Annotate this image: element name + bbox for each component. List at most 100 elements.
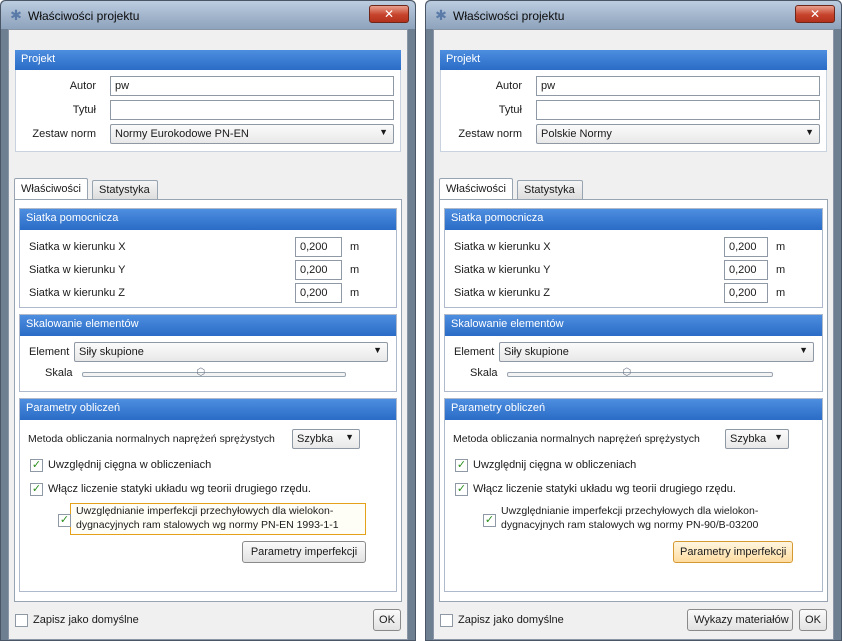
skala-slider-thumb[interactable]: ⬡: [620, 366, 633, 379]
zestaw-norm-label: Zestaw norm: [32, 128, 96, 140]
tab-wlasciwosci[interactable]: Właściwości: [439, 178, 513, 200]
projekt-section: Projekt Autor pw Tytuł Zestaw norm Normy…: [15, 50, 401, 152]
projekt-header: Projekt: [440, 50, 827, 70]
siatka-x-unit: m: [776, 241, 786, 253]
tytul-input[interactable]: [110, 100, 394, 120]
zestaw-norm-value: Polskie Normy: [541, 128, 612, 140]
tab-wlasciwosci[interactable]: Właściwości: [14, 178, 88, 200]
chevron-down-icon: ▼: [799, 345, 808, 355]
siatka-y-label: Siatka w kierunku Y: [29, 264, 126, 276]
zestaw-norm-value: Normy Eurokodowe PN-EN: [115, 128, 249, 140]
siatka-header: Siatka pomocnicza: [20, 209, 396, 230]
siatka-y-input[interactable]: 0,200: [295, 260, 342, 280]
parametry-imperfekcji-button[interactable]: Parametry imperfekcji: [673, 541, 793, 563]
parametry-group: Parametry obliczeń Metoda obliczania nor…: [444, 398, 823, 592]
imperfekcje-checkbox[interactable]: ✓: [58, 514, 71, 527]
siatka-x-input[interactable]: 0,200: [724, 237, 768, 257]
wykazy-materialow-button[interactable]: Wykazy materiałów: [687, 609, 793, 631]
skala-slider-thumb[interactable]: ⬡: [194, 366, 207, 379]
ok-button[interactable]: OK: [373, 609, 401, 631]
siatka-z-input[interactable]: 0,200: [295, 283, 342, 303]
dialog-footer: Zapisz jako domyślne Wykazy materiałów O…: [434, 605, 833, 637]
siatka-group: Siatka pomocnicza Siatka w kierunku X 0,…: [444, 208, 823, 308]
autor-input[interactable]: pw: [110, 76, 394, 96]
metoda-select[interactable]: Szybka ▼: [725, 429, 789, 449]
autor-label: Autor: [495, 80, 522, 92]
app-icon: ✱: [435, 7, 447, 23]
project-properties-dialog-eurocode: ✱ Właściwości projektu ✕ Projekt Autor p…: [0, 0, 416, 641]
zapisz-domyslne-checkbox[interactable]: [440, 614, 453, 627]
close-icon: ✕: [809, 7, 821, 21]
element-value: Siły skupione: [79, 346, 144, 358]
parametry-header: Parametry obliczeń: [445, 399, 822, 420]
zestaw-norm-select[interactable]: Polskie Normy ▼: [536, 124, 820, 144]
skala-slider[interactable]: [82, 372, 346, 377]
tab-panel-wlasciwosci: Siatka pomocnicza Siatka w kierunku X 0,…: [14, 199, 402, 602]
close-button[interactable]: ✕: [369, 5, 409, 23]
element-select[interactable]: Siły skupione ▼: [499, 342, 814, 362]
cięgna-label: Uwzględnij cięgna w obliczeniach: [473, 459, 637, 471]
skalowanie-group: Skalowanie elementów Element Siły skupio…: [19, 314, 397, 392]
cięgna-checkbox[interactable]: ✓: [455, 459, 468, 472]
siatka-z-unit: m: [776, 287, 786, 299]
element-label: Element: [454, 346, 495, 358]
autor-input[interactable]: pw: [536, 76, 820, 96]
skala-label: Skala: [45, 367, 73, 379]
teoria-drugiego-rzedu-checkbox[interactable]: ✓: [30, 483, 43, 496]
zestaw-norm-label: Zestaw norm: [458, 128, 522, 140]
siatka-z-unit: m: [350, 287, 360, 299]
tytul-input[interactable]: [536, 100, 820, 120]
zapisz-domyslne-checkbox[interactable]: [15, 614, 28, 627]
teoria-drugiego-rzedu-label: Włącz liczenie statyki układu wg teorii …: [473, 483, 736, 495]
siatka-z-input[interactable]: 0,200: [724, 283, 768, 303]
imperfekcje-label-line1: Uwzględnianie imperfekcji przechyłowych …: [501, 505, 759, 517]
siatka-y-unit: m: [350, 264, 360, 276]
metoda-label: Metoda obliczania normalnych naprężeń sp…: [28, 433, 275, 445]
imperfekcje-label-line2: dygnacyjnych ram stalowych wg normy PN-E…: [76, 519, 339, 531]
skalowanie-header: Skalowanie elementów: [445, 315, 822, 336]
window-title: Właściwości projektu: [453, 9, 565, 23]
siatka-y-input[interactable]: 0,200: [724, 260, 768, 280]
ok-button[interactable]: OK: [799, 609, 827, 631]
element-label: Element: [29, 346, 70, 358]
element-select[interactable]: Siły skupione ▼: [74, 342, 388, 362]
element-value: Siły skupione: [504, 346, 569, 358]
tytul-label: Tytuł: [498, 104, 522, 116]
siatka-y-unit: m: [776, 264, 786, 276]
title-bar[interactable]: ✱ Właściwości projektu ✕: [1, 1, 415, 29]
dialog-client: Projekt Autor pw Tytuł Zestaw norm Normy…: [8, 29, 408, 640]
teoria-drugiego-rzedu-label: Włącz liczenie statyki układu wg teorii …: [48, 483, 311, 495]
metoda-label: Metoda obliczania normalnych naprężeń sp…: [453, 433, 700, 445]
tab-panel-wlasciwosci: Siatka pomocnicza Siatka w kierunku X 0,…: [439, 199, 828, 602]
metoda-select[interactable]: Szybka ▼: [292, 429, 360, 449]
close-icon: ✕: [383, 7, 395, 21]
teoria-drugiego-rzedu-checkbox[interactable]: ✓: [455, 483, 468, 496]
cięgna-label: Uwzględnij cięgna w obliczeniach: [48, 459, 212, 471]
siatka-header: Siatka pomocnicza: [445, 209, 822, 230]
tab-statystyka[interactable]: Statystyka: [92, 180, 158, 200]
chevron-down-icon: ▼: [774, 432, 783, 442]
chevron-down-icon: ▼: [379, 127, 388, 137]
close-button[interactable]: ✕: [795, 5, 835, 23]
siatka-x-unit: m: [350, 241, 360, 253]
title-bar[interactable]: ✱ Właściwości projektu ✕: [426, 1, 841, 29]
zestaw-norm-select[interactable]: Normy Eurokodowe PN-EN ▼: [110, 124, 394, 144]
chevron-down-icon: ▼: [345, 432, 354, 442]
cięgna-checkbox[interactable]: ✓: [30, 459, 43, 472]
tab-statystyka[interactable]: Statystyka: [517, 180, 583, 200]
siatka-x-label: Siatka w kierunku X: [454, 241, 551, 253]
imperfekcje-label-line2: dygnacyjnych ram stalowych wg normy PN-9…: [501, 519, 759, 531]
projekt-header: Projekt: [15, 50, 401, 70]
skala-label: Skala: [470, 367, 498, 379]
zapisz-domyslne-label: Zapisz jako domyślne: [33, 614, 139, 626]
parametry-imperfekcji-button[interactable]: Parametry imperfekcji: [242, 541, 366, 563]
zapisz-domyslne-label: Zapisz jako domyślne: [458, 614, 564, 626]
metoda-value: Szybka: [297, 433, 334, 445]
siatka-z-label: Siatka w kierunku Z: [454, 287, 550, 299]
parametry-header: Parametry obliczeń: [20, 399, 396, 420]
skala-slider[interactable]: [507, 372, 773, 377]
siatka-x-input[interactable]: 0,200: [295, 237, 342, 257]
imperfekcje-checkbox[interactable]: ✓: [483, 514, 496, 527]
siatka-group: Siatka pomocnicza Siatka w kierunku X 0,…: [19, 208, 397, 308]
tytul-label: Tytuł: [72, 104, 96, 116]
